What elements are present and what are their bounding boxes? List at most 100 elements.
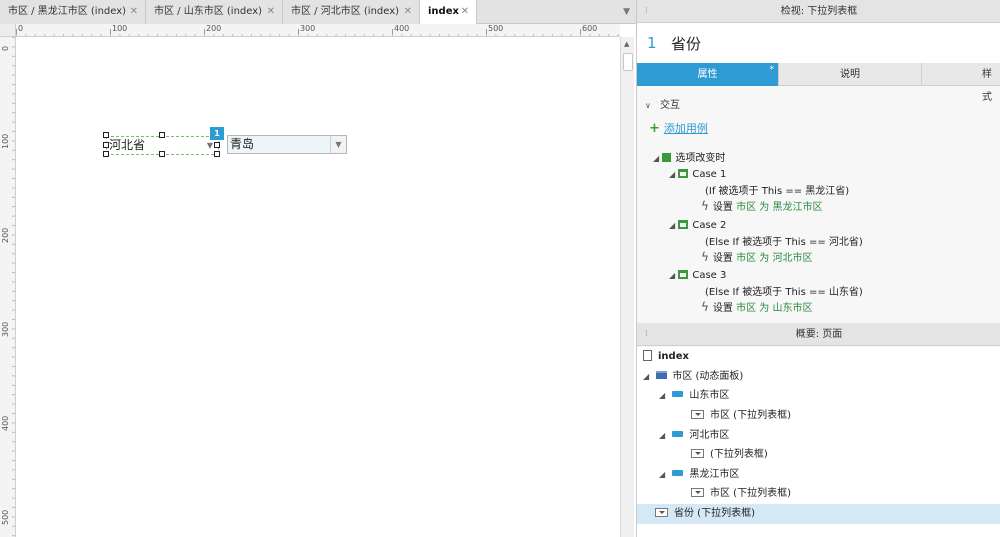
- inspector-tabs: 属性 * 说明 样式: [637, 63, 1000, 103]
- tab-properties[interactable]: 属性 *: [637, 63, 779, 86]
- ruler-label: 500: [1, 509, 10, 525]
- case-action[interactable]: ϟ 设置 市区 为 黑龙江市区: [701, 198, 822, 213]
- grip-icon[interactable]: ⁞: [645, 0, 648, 23]
- case-row[interactable]: ◢ Case 1: [669, 169, 726, 180]
- scrollbar-thumb[interactable]: [623, 53, 633, 71]
- close-icon[interactable]: ✕: [130, 0, 138, 24]
- resize-handle[interactable]: [103, 132, 109, 138]
- action-target: 市区: [736, 303, 757, 314]
- resize-handle[interactable]: [214, 142, 220, 148]
- tab-notes[interactable]: 说明: [779, 63, 922, 86]
- collapse-triangle-icon[interactable]: ◢: [669, 271, 675, 280]
- case-icon: [678, 220, 689, 229]
- action-word: 为: [759, 202, 770, 213]
- ruler-label: 200: [1, 227, 10, 243]
- tab-shandong-state[interactable]: 市区 / 山东市区 (index) ✕: [146, 0, 283, 24]
- case-condition: (Else If 被选项于 This == 河北省): [705, 237, 863, 248]
- plus-icon: +: [649, 121, 660, 136]
- collapse-triangle-icon[interactable]: ◢: [669, 221, 675, 230]
- tab-label: 样式: [982, 69, 992, 103]
- tab-index[interactable]: index ✕: [420, 0, 477, 25]
- outline-widget-row[interactable]: (下拉列表框): [637, 445, 1000, 465]
- canvas-scrollbar[interactable]: ▲: [620, 37, 634, 537]
- collapse-triangle-icon[interactable]: ◢: [653, 154, 659, 163]
- state-name: 山东市区: [689, 390, 730, 401]
- tab-heilongjiang-state[interactable]: 市区 / 黑龙江市区 (index) ✕: [0, 0, 146, 24]
- grip-icon[interactable]: ⁞: [645, 323, 648, 346]
- chevron-down-icon[interactable]: ▼: [330, 136, 346, 153]
- outline-state-row[interactable]: ◢ 河北市区: [637, 426, 1000, 446]
- case-action[interactable]: ϟ 设置 市区 为 河北市区: [701, 249, 812, 264]
- resize-handle[interactable]: [159, 151, 165, 157]
- chevron-down-icon[interactable]: ∨: [645, 101, 651, 110]
- collapse-triangle-icon[interactable]: ◢: [643, 372, 649, 381]
- outline-dynamic-panel-row[interactable]: ◢ 市区 (动态面板): [637, 367, 1000, 387]
- outline-selected-widget-row[interactable]: 省份 (下拉列表框): [637, 504, 1000, 524]
- tab-label: 说明: [840, 69, 860, 80]
- ruler-label: 400: [394, 24, 410, 33]
- resize-handle[interactable]: [214, 151, 220, 157]
- document-tab-bar: 市区 / 黑龙江市区 (index) ✕ 市区 / 山东市区 (index) ✕…: [0, 0, 636, 25]
- ruler-label: 0: [1, 45, 10, 51]
- horizontal-ruler-ticks: [16, 29, 619, 36]
- vertical-ruler: 0 100 200 300 400 500: [0, 37, 16, 537]
- state-name: 河北市区: [689, 430, 730, 441]
- dropdown-list-icon: [691, 449, 704, 458]
- collapse-triangle-icon[interactable]: ◢: [659, 431, 665, 440]
- ruler-label: 200: [206, 24, 222, 33]
- case-action[interactable]: ϟ 设置 市区 为 山东市区: [701, 299, 812, 314]
- add-case-label: 添加用例: [663, 122, 708, 135]
- ruler-label: 300: [300, 24, 316, 33]
- case-icon: [678, 270, 689, 279]
- lightning-icon: ϟ: [701, 250, 709, 264]
- outline-widget-row[interactable]: 市区 (下拉列表框): [637, 484, 1000, 504]
- city-dropdown-value: 青岛: [230, 137, 255, 151]
- outline-state-row[interactable]: ◢ 黑龙江市区: [637, 465, 1000, 485]
- case-name: Case 3: [692, 270, 727, 281]
- add-case-link[interactable]: + 添加用例: [649, 120, 708, 136]
- outline-state-row[interactable]: ◢ 山东市区: [637, 386, 1000, 406]
- inspector-header-title: 检视: 下拉列表框: [780, 6, 858, 17]
- city-dropdown[interactable]: 青岛 ▼: [227, 135, 347, 154]
- inspector-header: ⁞ 检视: 下拉列表框: [637, 0, 1000, 23]
- scroll-up-icon[interactable]: ▲: [624, 40, 629, 48]
- outline-page-row[interactable]: index: [637, 347, 1000, 367]
- close-icon[interactable]: ✕: [267, 0, 275, 24]
- tab-label: 市区 / 黑龙江市区 (index): [8, 6, 127, 17]
- design-canvas[interactable]: 河北省 ▼ 1 青岛 ▼: [17, 38, 620, 537]
- tab-label: index: [428, 6, 459, 17]
- case-row[interactable]: ◢ Case 3: [669, 270, 726, 281]
- collapse-triangle-icon[interactable]: ◢: [659, 470, 665, 479]
- section-title: 交互: [660, 100, 681, 111]
- horizontal-ruler: 0 100 200 300 400 500 600: [16, 24, 620, 37]
- action-target: 市区: [736, 253, 757, 264]
- action-word: 为: [759, 303, 770, 314]
- panel-state-icon: [672, 431, 684, 437]
- close-icon[interactable]: ✕: [461, 0, 469, 24]
- event-on-selection-change[interactable]: ◢ 选项改变时: [653, 149, 725, 164]
- widget-name: 市区 (下拉列表框): [710, 410, 791, 421]
- widget-name-field[interactable]: 省份: [671, 33, 701, 54]
- tab-hebei-state[interactable]: 市区 / 河北市区 (index) ✕: [283, 0, 420, 24]
- outline-widget-row[interactable]: 市区 (下拉列表框): [637, 406, 1000, 426]
- right-panel: ⁞ 检视: 下拉列表框 1 省份 属性 * 说明 样式 ∨ 交互 + 添加用例 ◢…: [636, 0, 1000, 537]
- outline-header: ⁞ 概要: 页面: [637, 323, 1000, 346]
- interactions-section-header[interactable]: ∨ 交互: [645, 96, 680, 111]
- resize-handle[interactable]: [103, 151, 109, 157]
- case-condition: (Else If 被选项于 This == 山东省): [705, 287, 863, 298]
- close-icon[interactable]: ✕: [404, 0, 412, 24]
- action-state: 河北市区: [772, 253, 813, 264]
- interaction-badge: 1: [210, 127, 224, 140]
- collapse-triangle-icon[interactable]: ◢: [659, 391, 665, 400]
- widget-name: 省份 (下拉列表框): [674, 508, 755, 519]
- action-state: 黑龙江市区: [772, 202, 823, 213]
- collapse-triangle-icon[interactable]: ◢: [669, 170, 675, 179]
- resize-handle[interactable]: [103, 142, 109, 148]
- resize-handle[interactable]: [159, 132, 165, 138]
- tab-overflow-chevron-icon[interactable]: ▼: [623, 0, 630, 24]
- case-row[interactable]: ◢ Case 2: [669, 220, 726, 231]
- page-icon: [643, 350, 652, 361]
- tab-style[interactable]: 样式: [922, 63, 1000, 103]
- panel-state-icon: [672, 470, 684, 476]
- case-name: Case 1: [692, 169, 727, 180]
